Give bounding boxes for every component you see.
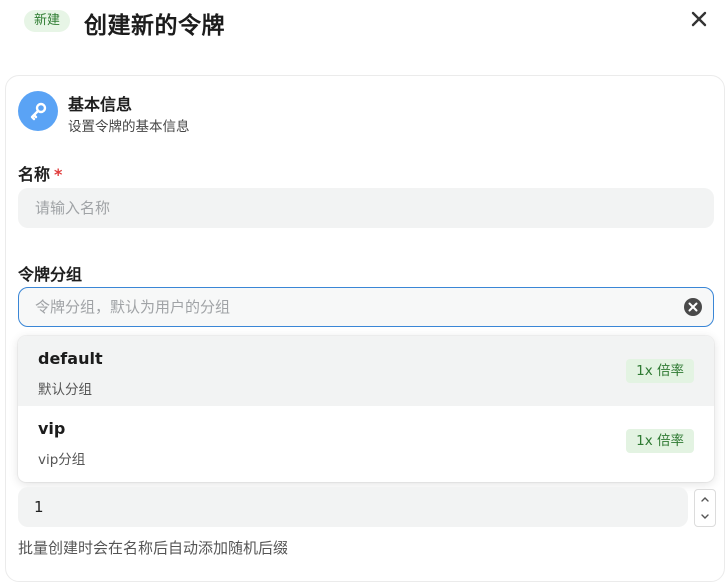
name-input[interactable]: 请输入名称 [18,188,714,228]
group-option-vip[interactable]: vip vip分组 1x 倍率 [18,406,714,476]
modal-header: 新建 创建新的令牌 [0,0,725,48]
group-select[interactable]: 令牌分组，默认为用户的分组 [18,287,714,327]
quantity-input[interactable]: 1 [18,487,688,527]
chevron-up-icon [701,497,709,502]
increment-button[interactable] [695,490,715,508]
group-dropdown: default 默认分组 1x 倍率 vip vip分组 1x 倍率 [18,336,714,482]
rate-badge: 1x 倍率 [626,429,694,453]
new-badge: 新建 [24,10,71,32]
name-label: 名称 * [18,161,62,185]
group-select-placeholder: 令牌分组，默认为用户的分组 [35,298,231,316]
decrement-button[interactable] [695,508,715,526]
section-subtitle: 设置令牌的基本信息 [68,119,190,135]
group-label: 令牌分组 [18,265,83,284]
key-icon [18,91,58,131]
chevron-down-icon [701,514,709,519]
option-description: vip分组 [38,452,86,468]
option-description: 默认分组 [38,382,92,398]
section-title: 基本信息 [68,95,133,114]
rate-badge: 1x 倍率 [626,359,694,383]
modal-title: 创建新的令牌 [84,13,225,39]
name-label-text: 名称 [18,165,51,184]
quantity-helper-text: 批量创建时会在名称后自动添加随机后缀 [18,539,289,557]
close-icon[interactable] [688,8,710,30]
name-input-placeholder: 请输入名称 [35,199,111,217]
required-mark: * [54,165,63,184]
option-name: default [38,349,103,368]
group-option-default[interactable]: default 默认分组 1x 倍率 [18,336,714,406]
clear-icon[interactable] [683,297,703,317]
quantity-stepper [694,489,716,527]
option-name: vip [38,419,66,438]
